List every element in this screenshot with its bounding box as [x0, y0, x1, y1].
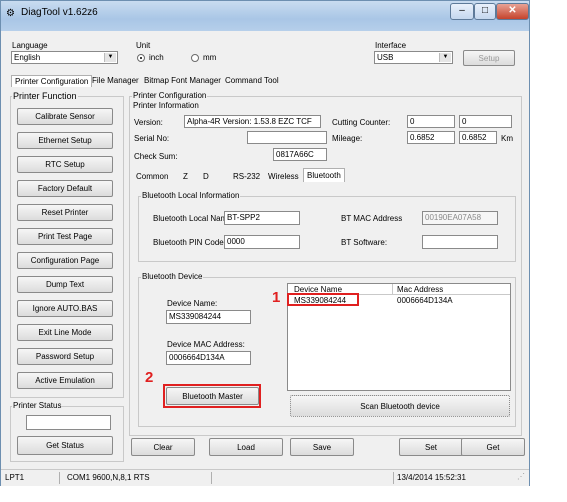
status-com: COM1 9600,N,8,1 RTS [67, 473, 150, 482]
checksum-field: 0817A66C [273, 148, 327, 161]
mileage-unit: Km [501, 134, 513, 143]
status-divider [211, 472, 212, 484]
subtab-d[interactable]: D [200, 171, 212, 182]
subtab-common[interactable]: Common [133, 171, 171, 182]
unit-mm-radio[interactable] [191, 54, 199, 62]
mileage-b: 0.6852 [459, 131, 497, 144]
unit-mm-label: mm [203, 53, 217, 62]
subtab-wireless[interactable]: Wireless [265, 171, 302, 182]
bt-pin-label: Bluetooth PIN Code [153, 238, 224, 247]
device-mac-field[interactable]: 0006664D134A [166, 351, 251, 365]
ethernet-setup-button[interactable]: Ethernet Setup [17, 132, 113, 149]
password-setup-button[interactable]: Password Setup [17, 348, 113, 365]
window-title: DiagTool v1.62z6 [21, 7, 98, 18]
app-icon: ⚙ [6, 8, 15, 19]
minimize-button[interactable]: – [450, 3, 474, 20]
bt-local-info-group [138, 196, 516, 262]
setup-button[interactable]: Setup [463, 50, 515, 66]
device-name-field[interactable]: MS339084244 [166, 310, 251, 324]
resize-grip-icon[interactable]: ⋰ [517, 472, 525, 481]
set-button[interactable]: Set [399, 438, 463, 456]
tab-bitmap-font-manager[interactable]: Bitmap Font Manager [141, 75, 224, 86]
active-emulation-button[interactable]: Active Emulation [17, 372, 113, 389]
subtab-z[interactable]: Z [180, 171, 191, 182]
annotation-box-master-button [163, 384, 261, 408]
maximize-button[interactable]: □ [474, 3, 496, 20]
subtab-bluetooth[interactable]: Bluetooth [303, 168, 345, 182]
rtc-setup-button[interactable]: RTC Setup [17, 156, 113, 173]
tab-file-manager[interactable]: File Manager [89, 75, 142, 86]
printer-status-field [26, 415, 111, 430]
serial-label: Serial No: [134, 134, 170, 143]
bt-mac-label: BT MAC Address [341, 214, 403, 223]
status-datetime: 13/4/2014 15:52:31 [397, 473, 466, 482]
clear-button[interactable]: Clear [131, 438, 195, 456]
reset-printer-button[interactable]: Reset Printer [17, 204, 113, 221]
chevron-down-icon[interactable]: ▼ [439, 53, 451, 62]
factory-default-button[interactable]: Factory Default [17, 180, 113, 197]
bt-pin-field[interactable]: 0000 [224, 235, 300, 249]
save-button[interactable]: Save [290, 438, 354, 456]
language-select[interactable]: English ▼ [11, 51, 118, 64]
printer-configuration-label: Printer Configuration [132, 91, 208, 100]
printer-information-label: Printer Information [132, 101, 200, 110]
bt-local-name-field[interactable]: BT-SPP2 [224, 211, 300, 225]
annotation-box-device-row [287, 293, 359, 306]
get-status-button[interactable]: Get Status [17, 436, 113, 455]
row-mac-address: 0006664D134A [397, 296, 453, 305]
cutting-counter-label: Cutting Counter: [332, 118, 391, 127]
bt-device-label: Bluetooth Device [141, 272, 204, 281]
app-window: ⚙ DiagTool v1.62z6 – □ ✕ Language Englis… [0, 0, 530, 486]
ignore-autobas-button[interactable]: Ignore AUTO.BAS [17, 300, 113, 317]
tab-printer-configuration[interactable]: Printer Configuration [11, 75, 93, 87]
cutting-counter-b: 0 [459, 115, 512, 128]
interface-value: USB [377, 53, 394, 62]
column-divider [392, 284, 393, 294]
configuration-page-button[interactable]: Configuration Page [17, 252, 113, 269]
load-button[interactable]: Load [209, 438, 283, 456]
status-bar: LPT1 COM1 9600,N,8,1 RTS 13/4/2014 15:52… [1, 469, 529, 486]
bt-local-info-label: Bluetooth Local Information [141, 191, 241, 200]
bt-software-label: BT Software: [341, 238, 388, 247]
printer-function-label: Printer Function [12, 91, 78, 101]
cutting-counter-a: 0 [407, 115, 455, 128]
subtab-rs232[interactable]: RS-232 [230, 171, 263, 182]
print-test-page-button[interactable]: Print Test Page [17, 228, 113, 245]
device-name-label: Device Name: [167, 299, 218, 308]
exit-line-mode-button[interactable]: Exit Line Mode [17, 324, 113, 341]
device-mac-label: Device MAC Address: [167, 340, 245, 349]
unit-label: Unit [136, 41, 151, 50]
checksum-label: Check Sum: [134, 152, 178, 161]
status-divider [59, 472, 60, 484]
status-port: LPT1 [5, 473, 25, 482]
interface-label: Interface [375, 41, 407, 50]
mileage-label: Mileage: [332, 134, 363, 143]
bt-mac-field: 00190EA07A58 [422, 211, 498, 225]
get-button[interactable]: Get [461, 438, 525, 456]
close-button[interactable]: ✕ [496, 3, 529, 20]
scan-bluetooth-button[interactable]: Scan Bluetooth device [290, 395, 510, 417]
language-label: Language [12, 41, 48, 50]
bt-local-name-label: Bluetooth Local Nam [153, 214, 228, 223]
chevron-down-icon[interactable]: ▼ [104, 53, 116, 62]
annotation-number-2: 2 [145, 369, 154, 386]
calibrate-sensor-button[interactable]: Calibrate Sensor [17, 108, 113, 125]
version-field: Alpha-4R Version: 1.53.8 EZC TCF [184, 115, 321, 128]
unit-inch-radio[interactable] [137, 54, 145, 62]
printer-status-label: Printer Status [12, 401, 63, 410]
language-value: English [14, 53, 41, 62]
serial-field [247, 131, 327, 144]
interface-select[interactable]: USB ▼ [374, 51, 453, 64]
tab-command-tool[interactable]: Command Tool [222, 75, 282, 86]
version-label: Version: [134, 118, 163, 127]
title-bar: ⚙ DiagTool v1.62z6 – □ ✕ [1, 1, 529, 31]
dump-text-button[interactable]: Dump Text [17, 276, 113, 293]
column-mac-address[interactable]: Mac Address [397, 285, 443, 294]
annotation-number-1: 1 [272, 289, 281, 306]
bt-software-field [422, 235, 498, 249]
status-divider [393, 472, 394, 484]
unit-inch-label: inch [149, 53, 164, 62]
mileage-a: 0.6852 [407, 131, 455, 144]
